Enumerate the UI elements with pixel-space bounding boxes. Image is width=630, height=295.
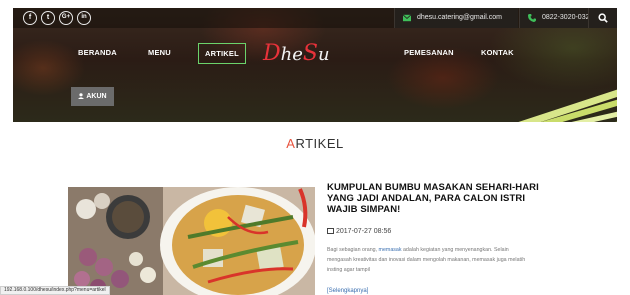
twitter-icon[interactable]: t [41,11,55,25]
search-icon [598,13,608,23]
nav-artikel[interactable]: ARTIKEL [198,43,246,64]
email-text: dhesu.catering@gmail.com [417,14,502,21]
lemongrass-image [518,89,617,122]
top-bar: f t G+ in dhesu.catering@gmail.com 0822-… [13,8,617,28]
page: f t G+ in dhesu.catering@gmail.com 0822-… [0,0,630,295]
logo-text: DheSu [263,41,330,66]
article-excerpt: Bagi sebagian orang, memasak adalah kegi… [327,247,526,273]
food-photo [68,187,315,295]
nav-kontak[interactable]: KONTAK [481,48,514,57]
user-icon [78,88,85,99]
phone-contact[interactable]: 0822-3020-0323 [519,8,593,28]
akun-label: AKUN [86,93,107,100]
envelope-icon [403,14,411,22]
facebook-icon[interactable]: f [23,11,37,25]
akun-button[interactable]: AKUN [71,87,114,106]
status-url: 192.168.0.100/dhesu/index.php?menu=artik… [0,286,110,295]
article-title[interactable]: KUMPULAN BUMBU MASAKAN SEHARI-HARI YANG … [327,182,547,215]
read-more-link[interactable]: [Selengkapnya] [327,288,368,294]
phone-icon [528,14,536,22]
section-title: ARTIKEL [286,136,344,151]
keyword-link[interactable]: memasak [379,247,402,253]
article-date: 2017-07-27 08:56 [327,228,391,235]
phone-text: 0822-3020-0323 [542,14,594,21]
nav-pemesanan[interactable]: PEMESANAN [404,48,454,57]
linkedin-icon[interactable]: in [77,11,91,25]
google-plus-icon[interactable]: G+ [59,11,73,25]
email-contact[interactable]: dhesu.catering@gmail.com [394,8,518,28]
search-button[interactable] [588,8,617,28]
article-image[interactable] [68,187,315,295]
nav-menu[interactable]: MENU [148,48,171,57]
nav-beranda[interactable]: BERANDA [78,48,117,57]
dhesu-logo[interactable]: DheSu [263,36,353,72]
calendar-icon [327,228,334,234]
